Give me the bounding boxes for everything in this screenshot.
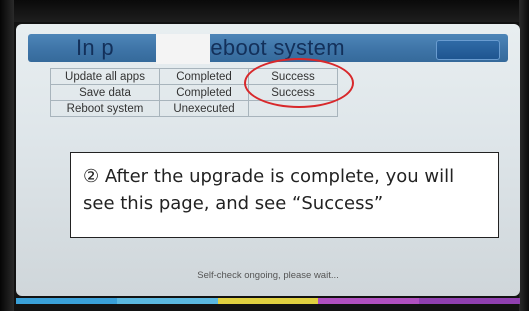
bezel-right: [519, 0, 529, 311]
task-cell: Save data: [50, 84, 160, 101]
task-cell: Update all apps: [50, 68, 160, 85]
callout-text: ② After the upgrade is complete, you wil…: [83, 166, 455, 214]
status-cell: Unexecuted: [159, 100, 249, 117]
bezel-top: [0, 0, 529, 22]
redaction-box: [156, 34, 210, 64]
device-photo: In p ss:Reboot system Update all apps Co…: [0, 0, 529, 311]
title-bar-button[interactable]: [436, 40, 500, 60]
color-strip: [16, 298, 520, 304]
status-message: Self-check ongoing, please wait...: [197, 270, 339, 281]
status-cell: Completed: [159, 68, 249, 85]
task-cell: Reboot system: [50, 100, 160, 117]
page-title: In p ss:Reboot system: [76, 35, 345, 60]
title-bar: In p ss:Reboot system: [28, 34, 508, 64]
strip-segment: [16, 298, 117, 304]
strip-segment: [419, 298, 520, 304]
strip-segment: [318, 298, 420, 304]
status-cell: Completed: [159, 84, 249, 101]
strip-segment: [217, 298, 319, 304]
annotation-callout: ② After the upgrade is complete, you wil…: [70, 152, 499, 238]
strip-segment: [116, 298, 218, 304]
bezel-left: [0, 0, 14, 311]
highlight-circle: [244, 58, 354, 108]
